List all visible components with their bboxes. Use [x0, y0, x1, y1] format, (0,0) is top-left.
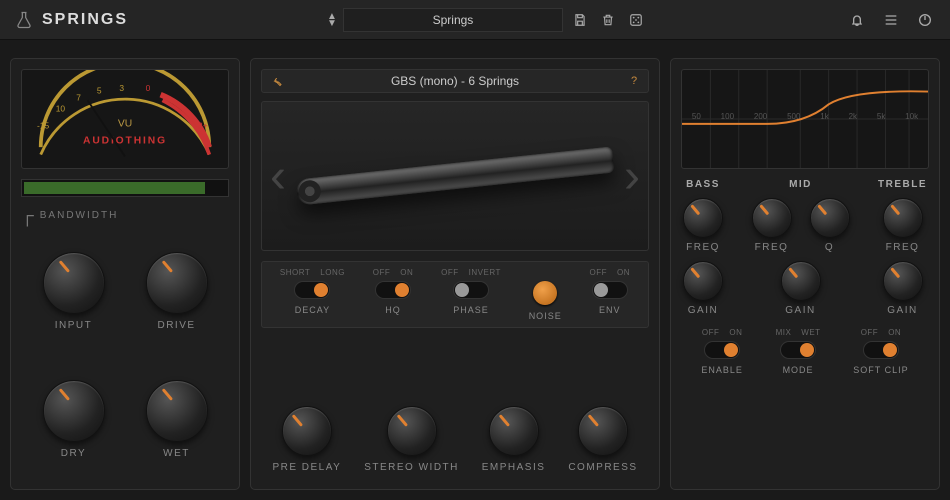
level-meter — [21, 179, 229, 197]
svg-text:7: 7 — [76, 92, 81, 102]
noise-knob[interactable] — [533, 281, 557, 305]
topbar-right — [846, 9, 936, 31]
plugin-name: SPRINGS — [42, 11, 128, 29]
dry-knob[interactable] — [43, 380, 105, 442]
bandwidth-label-row: ┌ BANDWIDTH — [21, 205, 229, 226]
emphasis-label: EMPHASIS — [482, 462, 546, 473]
drive-knob[interactable] — [146, 252, 208, 314]
input-label: INPUT — [55, 320, 93, 331]
svg-text:0: 0 — [146, 83, 151, 93]
mid-gain-knob[interactable] — [781, 261, 821, 301]
spring-tube-graphic — [295, 146, 614, 205]
env-toggle[interactable] — [592, 281, 628, 299]
right-panel: 50100 200500 1k2k 5k10k BASS FREQ GAIN M… — [670, 58, 940, 490]
enable-toggle[interactable] — [704, 341, 740, 359]
preset-bar: ▲▼ Springs — [128, 8, 846, 32]
bass-freq-knob[interactable] — [683, 198, 723, 238]
bass-title: BASS — [686, 179, 720, 190]
predelay-knob[interactable] — [282, 406, 332, 456]
wrench-icon[interactable] — [268, 73, 284, 89]
treble-title: TREBLE — [878, 179, 927, 190]
decay-toggle[interactable] — [294, 281, 330, 299]
logo: SPRINGS — [14, 10, 128, 30]
spring-header: GBS (mono) - 6 Springs ? — [261, 69, 649, 93]
treble-gain-knob[interactable] — [883, 261, 923, 301]
save-icon[interactable] — [569, 9, 591, 31]
noise-label: NOISE — [529, 311, 562, 321]
phase-toggle[interactable] — [453, 281, 489, 299]
mode-toggle[interactable] — [780, 341, 816, 359]
svg-text:-15: -15 — [37, 120, 49, 130]
stereo-width-knob[interactable] — [387, 406, 437, 456]
eq-graph[interactable]: 50100 200500 1k2k 5k10k — [681, 69, 929, 169]
power-icon[interactable] — [914, 9, 936, 31]
next-spring-chevron[interactable]: › — [624, 149, 640, 204]
bass-gain-knob[interactable] — [683, 261, 723, 301]
phase-label: PHASE — [453, 305, 489, 315]
help-icon[interactable]: ? — [626, 73, 642, 89]
treble-freq-knob[interactable] — [883, 198, 923, 238]
preset-name-box[interactable]: Springs — [343, 8, 563, 32]
svg-text:3+: 3+ — [198, 120, 208, 130]
freq-axis: 50100 200500 1k2k 5k10k — [682, 112, 928, 121]
hq-label: HQ — [385, 305, 401, 315]
vu-label: VU — [118, 118, 132, 129]
softclip-toggle[interactable] — [863, 341, 899, 359]
center-panel: GBS (mono) - 6 Springs ? ‹ › SHORT LONG … — [250, 58, 660, 490]
svg-text:3: 3 — [119, 83, 124, 93]
stereo-width-label: STEREO WIDTH — [364, 462, 459, 473]
env-label: ENV — [599, 305, 621, 315]
spring-visual: ‹ › — [261, 101, 649, 251]
mid-freq-knob[interactable] — [752, 198, 792, 238]
flask-icon — [14, 10, 34, 30]
prev-spring-chevron[interactable]: ‹ — [270, 149, 286, 204]
menu-icon[interactable] — [880, 9, 902, 31]
wet-label: WET — [163, 448, 190, 459]
svg-text:5: 5 — [97, 86, 102, 96]
vu-meter: -15 10 7 5 3 0 3+ VU AUDIOTHING — [21, 69, 229, 169]
preset-step-arrows[interactable]: ▲▼ — [327, 13, 337, 27]
dice-icon[interactable] — [625, 9, 647, 31]
topbar: SPRINGS ▲▼ Springs — [0, 0, 950, 40]
vu-brand: AUDIOTHING — [83, 135, 167, 146]
eq-switch-row: OFF ON ENABLE MIX WET MODE OFF ON — [681, 328, 929, 375]
mid-title: MID — [789, 179, 812, 190]
hq-toggle[interactable] — [375, 281, 411, 299]
drive-label: DRIVE — [157, 320, 195, 331]
spring-name[interactable]: GBS (mono) - 6 Springs — [292, 74, 618, 88]
predelay-label: PRE DELAY — [272, 462, 341, 473]
dry-label: DRY — [61, 448, 86, 459]
mid-column: MID FREQ Q GAIN — [752, 179, 850, 316]
compress-knob[interactable] — [578, 406, 628, 456]
decay-label: DECAY — [295, 305, 330, 315]
bell-icon[interactable] — [846, 9, 868, 31]
treble-column: TREBLE FREQ GAIN — [878, 179, 927, 316]
trash-icon[interactable] — [597, 9, 619, 31]
mid-q-knob[interactable] — [810, 198, 850, 238]
wet-knob[interactable] — [146, 380, 208, 442]
emphasis-knob[interactable] — [489, 406, 539, 456]
bandwidth-label: BANDWIDTH — [40, 210, 119, 221]
compress-label: COMPRESS — [568, 462, 637, 473]
left-panel: -15 10 7 5 3 0 3+ VU AUDIOTHING ┌ BANDWIDTH… — [10, 58, 240, 490]
bass-column: BASS FREQ GAIN — [683, 179, 723, 316]
svg-text:10: 10 — [56, 104, 66, 114]
switch-row: SHORT LONG DECAY OFF ON HQ OFF INVERT — [261, 261, 649, 328]
input-knob[interactable] — [43, 252, 105, 314]
